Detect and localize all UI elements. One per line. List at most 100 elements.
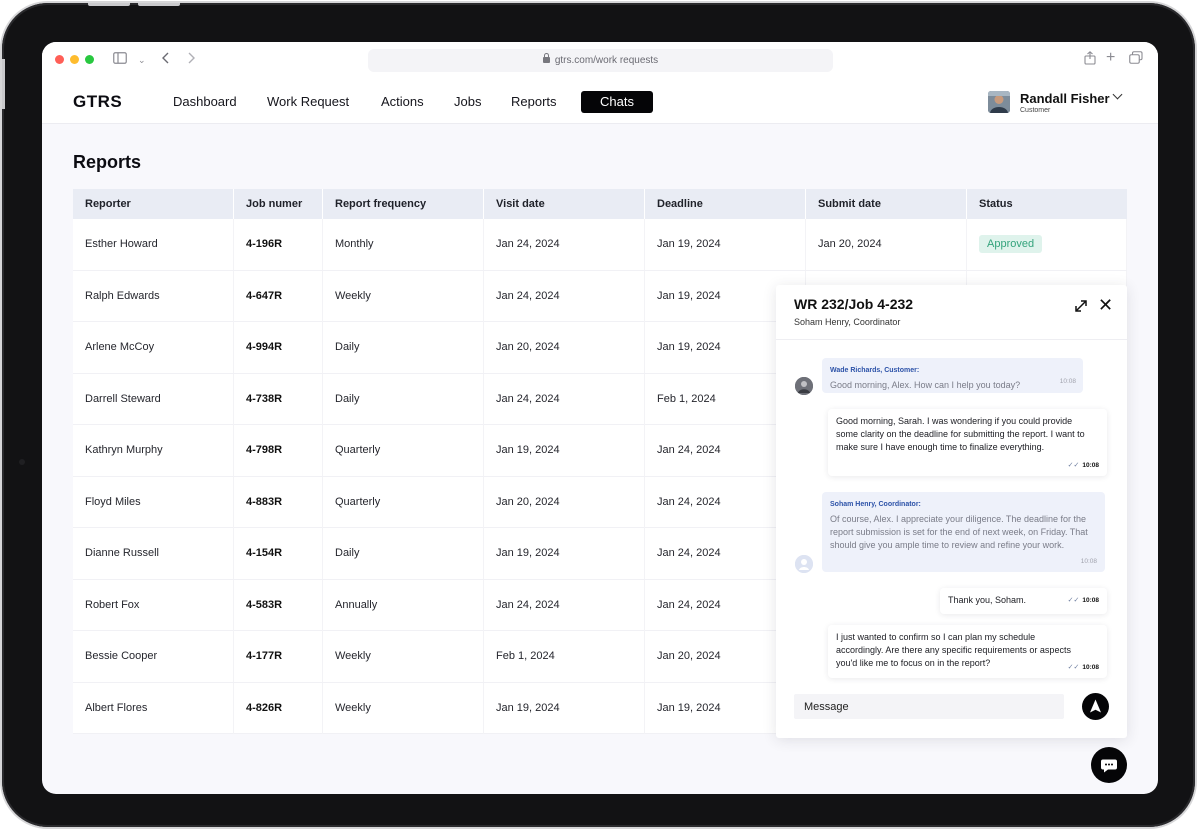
cell-job-number: 4-647R <box>234 270 323 322</box>
message-time: ✓✓ 10:08 <box>1068 594 1099 607</box>
address-bar[interactable]: gtrs.com/work requests <box>368 49 833 72</box>
url-text: gtrs.com/work requests <box>554 55 659 66</box>
cell-report-frequency: Quarterly <box>323 425 484 476</box>
message-outgoing: Thank you, Soham. ✓✓ 10:08 <box>940 588 1107 614</box>
device-side-button <box>2 59 5 109</box>
browser-toolbar: ⌄ gtrs.com/work requests + <box>42 42 1158 78</box>
cell-job-number: 4-177R <box>234 631 323 682</box>
expand-icon[interactable] <box>1074 299 1088 313</box>
user-name[interactable]: Randall Fisher <box>1020 91 1110 106</box>
cell-visit-date: Jan 24, 2024 <box>484 270 645 322</box>
column-header-report-frequency[interactable]: Report frequency <box>323 189 484 219</box>
cell-report-frequency: Quarterly <box>323 476 484 528</box>
cell-visit-date: Jan 24, 2024 <box>484 373 645 425</box>
user-role: Customer <box>1020 107 1051 114</box>
cell-reporter: Ralph Edwards <box>73 270 234 322</box>
column-header-submit-date[interactable]: Submit date <box>806 189 967 219</box>
app-logo[interactable]: GTRS <box>73 92 122 112</box>
status-badge: Approved <box>979 235 1043 253</box>
cell-report-frequency: Weekly <box>323 270 484 322</box>
cell-reporter: Esther Howard <box>73 219 234 270</box>
cell-report-frequency: Annually <box>323 579 484 631</box>
message-incoming: Wade Richards, Customer: Good morning, A… <box>822 358 1083 393</box>
chevron-down-icon[interactable]: ⌄ <box>138 51 146 69</box>
nav-dashboard[interactable]: Dashboard <box>173 94 237 109</box>
back-icon[interactable] <box>161 51 171 69</box>
cell-reporter: Dianne Russell <box>73 528 234 579</box>
table-row[interactable]: Esther Howard 4-196R Monthly Jan 24, 2024 Ja… <box>73 219 1127 271</box>
double-check-icon: ✓✓ <box>1067 597 1080 604</box>
device-button <box>88 3 130 6</box>
cell-job-number: 4-826R <box>234 682 323 734</box>
cell-reporter: Floyd Miles <box>73 476 234 528</box>
chat-title: WR 232/Job 4-232 <box>794 296 914 312</box>
message-text: Good morning, Sarah. I was wondering if … <box>836 416 1085 452</box>
cell-visit-date: Jan 24, 2024 <box>484 219 645 270</box>
cell-job-number: 4-583R <box>234 579 323 631</box>
cell-job-number: 4-738R <box>234 373 323 425</box>
message-time: ✓✓ 10:08 <box>1068 459 1099 472</box>
sender-avatar <box>795 555 813 573</box>
nav-reports[interactable]: Reports <box>511 94 557 109</box>
cell-job-number: 4-883R <box>234 476 323 528</box>
column-header-status[interactable]: Status <box>967 189 1127 219</box>
user-avatar[interactable] <box>988 91 1010 113</box>
nav-jobs[interactable]: Jobs <box>454 94 481 109</box>
chat-bubble-icon <box>1101 759 1117 773</box>
sidebar-toggle-icon[interactable] <box>113 51 127 69</box>
send-icon <box>1090 699 1101 713</box>
cell-job-number: 4-798R <box>234 425 323 476</box>
nav-actions[interactable]: Actions <box>381 94 424 109</box>
share-icon[interactable] <box>1084 51 1096 70</box>
message-time: ✓✓ 10:08 <box>1068 661 1099 674</box>
cell-reporter: Arlene McCoy <box>73 322 234 373</box>
cell-report-frequency: Daily <box>323 373 484 425</box>
open-chat-button[interactable] <box>1091 747 1127 783</box>
cell-job-number: 4-154R <box>234 528 323 579</box>
camera-icon <box>19 459 25 465</box>
cell-reporter: Kathryn Murphy <box>73 425 234 476</box>
chat-subtitle: Soham Henry, Coordinator <box>794 317 901 327</box>
device-button <box>138 3 180 6</box>
message-text: Good morning, Alex. How can I help you t… <box>830 380 1021 390</box>
message-time: 10:08 <box>1059 378 1076 385</box>
cell-visit-date: Jan 20, 2024 <box>484 476 645 528</box>
column-header-deadline[interactable]: Deadline <box>645 189 806 219</box>
nav-chats[interactable]: Chats <box>581 91 653 113</box>
cell-reporter: Darrell Steward <box>73 373 234 425</box>
chevron-down-icon[interactable] <box>1112 89 1123 100</box>
cell-report-frequency: Monthly <box>323 219 484 270</box>
message-time: 10:08 <box>1080 558 1097 565</box>
send-button[interactable] <box>1082 693 1109 720</box>
nav-work-request[interactable]: Work Request <box>267 94 349 109</box>
cell-visit-date: Jan 19, 2024 <box>484 528 645 579</box>
page-title: Reports <box>73 152 142 172</box>
chat-header: WR 232/Job 4-232 Soham Henry, Coordinato… <box>776 285 1127 340</box>
cell-visit-date: Feb 1, 2024 <box>484 631 645 682</box>
forward-icon[interactable] <box>186 51 196 69</box>
cell-visit-date: Jan 20, 2024 <box>484 322 645 373</box>
message-outgoing: Good morning, Sarah. I was wondering if … <box>828 409 1107 476</box>
maximize-window-button[interactable] <box>85 55 94 64</box>
column-header-visit-date[interactable]: Visit date <box>484 189 645 219</box>
cell-job-number: 4-196R <box>234 219 323 270</box>
new-tab-icon[interactable]: + <box>1106 49 1115 67</box>
tabs-overview-icon[interactable] <box>1129 51 1143 69</box>
cell-report-frequency: Weekly <box>323 631 484 682</box>
screen: ⌄ gtrs.com/work requests + GTRS Dashboar… <box>42 42 1158 794</box>
sender-avatar <box>795 377 813 395</box>
message-input[interactable] <box>794 694 1064 719</box>
cell-report-frequency: Daily <box>323 528 484 579</box>
column-header-job-number[interactable]: Job numer <box>234 189 323 219</box>
cell-reporter: Robert Fox <box>73 579 234 631</box>
cell-status: Approved <box>967 219 1127 270</box>
close-icon[interactable]: ✕ <box>1098 296 1113 314</box>
column-header-reporter[interactable]: Reporter <box>73 189 234 219</box>
close-window-button[interactable] <box>55 55 64 64</box>
minimize-window-button[interactable] <box>70 55 79 64</box>
table-header: Reporter Job numer Report frequency Visi… <box>73 189 1127 219</box>
cell-visit-date: Jan 19, 2024 <box>484 425 645 476</box>
chat-panel: WR 232/Job 4-232 Soham Henry, Coordinato… <box>776 285 1127 738</box>
cell-report-frequency: Daily <box>323 322 484 373</box>
double-check-icon: ✓✓ <box>1067 664 1080 671</box>
